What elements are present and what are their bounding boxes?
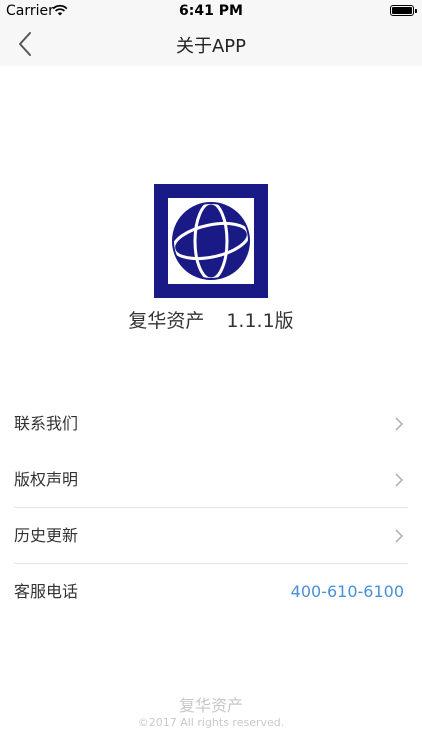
menu-item-label: 客服电话 (14, 582, 79, 601)
phone-number-link[interactable]: 400-610-6100 (291, 564, 404, 620)
app-name: 复华资产 (128, 310, 205, 332)
chevron-right-icon (395, 529, 404, 543)
menu-item-label: 联系我们 (14, 414, 79, 433)
menu-item-label: 版权声明 (14, 470, 79, 489)
app-version: 1.1.1版 (226, 310, 294, 332)
page-title: 关于APP (175, 36, 247, 57)
menu-item-history[interactable]: 历史更新 (0, 508, 422, 564)
app-logo (154, 184, 268, 298)
menu-item-contact-us[interactable]: 联系我们 (0, 396, 422, 452)
menu-item-label: 历史更新 (14, 526, 79, 545)
app-name-version: 复华资产 1.1.1版 (0, 306, 422, 333)
chevron-right-icon (395, 417, 404, 431)
globe-logo-icon (168, 198, 254, 284)
navigation-bar: 关于APP (0, 22, 422, 66)
status-bar: Carrier 6:41 PM (0, 0, 422, 22)
settings-menu: 联系我们 版权声明 历史更新 客服电话 400-610-6100 (0, 396, 422, 620)
clock: 6:41 PM (179, 3, 243, 19)
battery-icon (390, 5, 417, 16)
footer-brand: 复华资产 (178, 696, 243, 715)
footer-copyright: ©2017 All rights reserved. (137, 716, 285, 729)
chevron-right-icon (395, 473, 404, 487)
menu-item-copyright[interactable]: 版权声明 (0, 452, 422, 508)
menu-item-customer-service: 客服电话 400-610-6100 (0, 564, 422, 620)
